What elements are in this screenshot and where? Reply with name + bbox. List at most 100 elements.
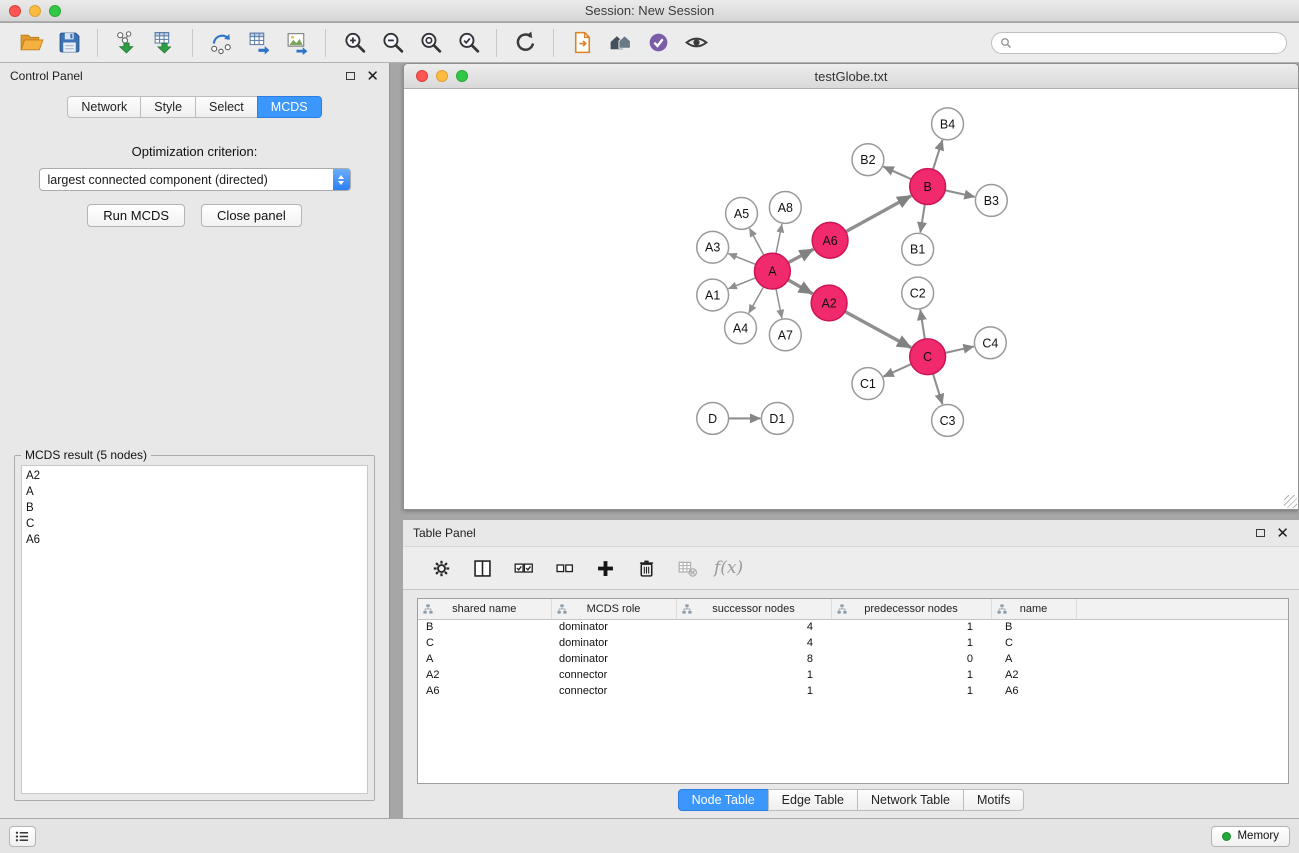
cell[interactable]: 1	[831, 619, 991, 635]
select-all-columns-button[interactable]	[505, 551, 541, 585]
cell[interactable]: B	[418, 619, 551, 635]
close-panel-button[interactable]: Close panel	[201, 204, 302, 227]
mcds-result-item[interactable]: A6	[26, 532, 363, 548]
mcds-result-list[interactable]: A2ABCA6	[21, 465, 368, 794]
function-builder-button[interactable]: f(x)	[714, 558, 743, 578]
node-B2[interactable]: B2	[852, 144, 884, 176]
tab-network-table[interactable]: Network Table	[857, 789, 964, 811]
edge-A2-C[interactable]	[845, 312, 911, 348]
cell[interactable]: C	[418, 635, 551, 651]
node-C2[interactable]: C2	[902, 277, 934, 309]
cell[interactable]: dominator	[551, 635, 676, 651]
edge-A-A4[interactable]	[749, 287, 764, 313]
cell[interactable]: 1	[676, 683, 831, 699]
cell[interactable]: connector	[551, 667, 676, 683]
minimize-window-button[interactable]	[29, 5, 41, 17]
edge-A-A7[interactable]	[776, 289, 782, 319]
table-row[interactable]: Cdominator41C	[418, 635, 1288, 651]
cell[interactable]: 4	[676, 635, 831, 651]
node-A7[interactable]: A7	[769, 319, 801, 351]
cell[interactable]: A6	[418, 683, 551, 699]
node-C1[interactable]: C1	[852, 368, 884, 400]
edge-A-A8[interactable]	[776, 224, 782, 254]
node-A1[interactable]: A1	[697, 279, 729, 311]
node-A3[interactable]: A3	[697, 231, 729, 263]
network-graph[interactable]: B4B2BB3A5A8A6B1A3AC2A1A2A4A7C4CC1C3DD1	[404, 90, 1298, 509]
node-A5[interactable]: A5	[726, 197, 758, 229]
tab-motifs[interactable]: Motifs	[963, 789, 1024, 811]
edge-C-C4[interactable]	[945, 346, 974, 352]
export-table-button[interactable]	[242, 27, 276, 59]
cell[interactable]: A6	[991, 683, 1076, 699]
column-header-predecessor-nodes[interactable]: predecessor nodes	[831, 599, 991, 619]
mcds-result-item[interactable]: A2	[26, 468, 363, 484]
cell[interactable]: 1	[831, 683, 991, 699]
cell[interactable]: 1	[676, 667, 831, 683]
import-network-button[interactable]	[109, 27, 143, 59]
close-panel-icon[interactable]: ✕	[366, 69, 379, 84]
tab-select[interactable]: Select	[195, 96, 258, 118]
network-window-titlebar[interactable]: testGlobe.txt	[404, 64, 1298, 89]
mcds-result-item[interactable]: A	[26, 484, 363, 500]
memory-button[interactable]: Memory	[1211, 826, 1290, 847]
node-C3[interactable]: C3	[932, 404, 964, 436]
cell[interactable]: dominator	[551, 651, 676, 667]
zoom-network-window-button[interactable]	[456, 70, 468, 82]
import-table-button[interactable]	[147, 27, 181, 59]
zoom-in-button[interactable]	[337, 27, 371, 59]
node-A6[interactable]: A6	[812, 222, 848, 258]
edge-A-A1[interactable]	[728, 278, 755, 289]
table-row[interactable]: A6connector11A6	[418, 683, 1288, 699]
save-session-button[interactable]	[52, 27, 86, 59]
edge-C-C1[interactable]	[883, 364, 911, 377]
float-panel-icon[interactable]	[346, 72, 355, 80]
node-C[interactable]: C	[910, 339, 946, 375]
edge-A-A5[interactable]	[749, 228, 763, 255]
node-B3[interactable]: B3	[975, 185, 1007, 217]
criterion-dropdown[interactable]: largest connected component (directed)	[39, 168, 351, 191]
cell[interactable]: 4	[676, 619, 831, 635]
node-B1[interactable]: B1	[902, 233, 934, 265]
run-mcds-button[interactable]: Run MCDS	[87, 204, 185, 227]
column-header-successor-nodes[interactable]: successor nodes	[676, 599, 831, 619]
mcds-result-item[interactable]: C	[26, 516, 363, 532]
search-field[interactable]	[991, 32, 1287, 54]
tab-node-table[interactable]: Node Table	[678, 789, 769, 811]
zoom-selected-button[interactable]	[451, 27, 485, 59]
table-row[interactable]: Bdominator41B	[418, 619, 1288, 635]
window-resize-grip[interactable]	[1284, 495, 1297, 508]
node-A8[interactable]: A8	[769, 192, 801, 224]
table-settings-button[interactable]	[423, 551, 459, 585]
edge-B-B1[interactable]	[920, 204, 924, 232]
delete-table-button[interactable]	[669, 551, 705, 585]
float-table-panel-icon[interactable]	[1256, 529, 1265, 537]
close-table-panel-icon[interactable]: ✕	[1276, 526, 1289, 541]
edge-A-A3[interactable]	[728, 254, 755, 265]
tab-style[interactable]: Style	[140, 96, 196, 118]
node-A4[interactable]: A4	[725, 312, 757, 344]
node-D[interactable]: D	[697, 403, 729, 435]
home-button[interactable]	[603, 27, 637, 59]
table-row[interactable]: Adominator80A	[418, 651, 1288, 667]
cell[interactable]: dominator	[551, 619, 676, 635]
open-recent-session-button[interactable]	[565, 27, 599, 59]
node-A2[interactable]: A2	[811, 285, 847, 321]
tab-edge-table[interactable]: Edge Table	[768, 789, 858, 811]
cell[interactable]: A	[991, 651, 1076, 667]
tab-mcds[interactable]: MCDS	[257, 96, 322, 118]
edge-C-C2[interactable]	[920, 310, 925, 339]
edge-A-A2[interactable]	[788, 280, 813, 294]
column-header-shared-name[interactable]: shared name	[418, 599, 551, 619]
show-hide-button[interactable]	[679, 27, 713, 59]
zoom-window-button[interactable]	[49, 5, 61, 17]
edge-B-B4[interactable]	[933, 140, 942, 169]
edge-A6-B[interactable]	[846, 196, 911, 232]
cell[interactable]: B	[991, 619, 1076, 635]
tab-network[interactable]: Network	[67, 96, 141, 118]
table-row[interactable]: A2connector11A2	[418, 667, 1288, 683]
create-column-button[interactable]	[587, 551, 623, 585]
node-B[interactable]: B	[910, 169, 946, 205]
delete-column-button[interactable]	[628, 551, 664, 585]
cell[interactable]: 1	[831, 667, 991, 683]
validate-button[interactable]	[641, 27, 675, 59]
